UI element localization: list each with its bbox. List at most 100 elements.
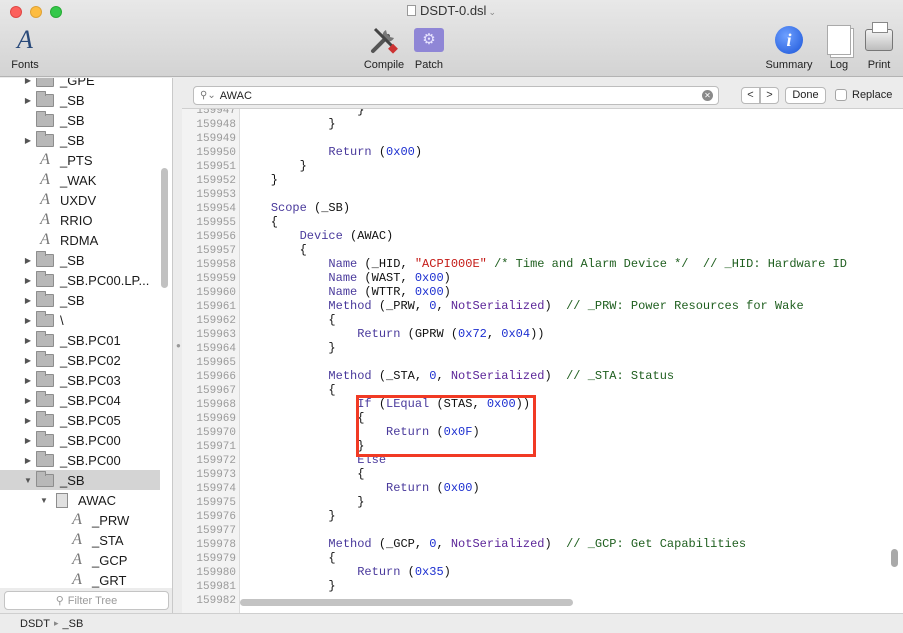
editor-horizontal-scrollbar[interactable] xyxy=(240,599,573,606)
disclosure-right-icon[interactable]: ▶ xyxy=(22,296,34,305)
compile-button[interactable]: Compile xyxy=(362,24,406,71)
tree-item[interactable]: ▶ _SB xyxy=(0,130,160,150)
disclosure-right-icon[interactable]: ▶ xyxy=(22,96,34,105)
sidebar-scrollbar[interactable] xyxy=(161,168,168,288)
disclosure-right-icon[interactable]: ▶ xyxy=(22,376,34,385)
line-number: 159979 xyxy=(196,553,236,565)
code-text: Return (0x00) xyxy=(242,481,480,495)
print-label: Print xyxy=(867,59,891,71)
outline-tree[interactable]: ▶ _GPE ▶ _SB _SB ▶ _SB A _PTS A _WAK A UXDV A RRIO A RDM… xyxy=(0,78,173,588)
code-text: Name (WTTR, 0x00) xyxy=(242,285,450,299)
tree-item[interactable]: ▶ \ xyxy=(0,310,160,330)
code-text: { xyxy=(242,313,335,327)
line-number: 159975 xyxy=(196,497,236,509)
find-previous-button[interactable]: < xyxy=(741,87,760,104)
disclosure-right-icon[interactable]: ▶ xyxy=(22,336,34,345)
code-token: Method xyxy=(328,299,372,313)
tree-item[interactable]: A _GRT xyxy=(0,570,160,588)
tools-icon xyxy=(367,24,401,56)
toolbar: DSDT-0.dsl ⌄ A Fonts Compile ⚙ Patch i Su… xyxy=(0,0,903,77)
tree-item[interactable]: ▶ _SB.PC04 xyxy=(0,390,160,410)
line-number: 159961 xyxy=(196,301,236,313)
disclosure-right-icon[interactable]: ▶ xyxy=(22,396,34,405)
line-number: 159950 xyxy=(196,147,236,159)
fonts-button[interactable]: A Fonts xyxy=(8,24,42,71)
tree-item[interactable]: ▶ _SB.PC03 xyxy=(0,370,160,390)
disclosure-right-icon[interactable]: ▶ xyxy=(22,78,34,85)
tree-item[interactable]: A _PRW xyxy=(0,510,160,530)
clear-search-icon[interactable]: ✕ xyxy=(702,90,713,101)
tree-item[interactable]: ▶ _SB.PC05 xyxy=(0,410,160,430)
tree-item[interactable]: ▶ _SB.PC00.LP... xyxy=(0,270,160,290)
find-input[interactable]: ⚲⌄ AWAC ✕ xyxy=(193,86,719,105)
editor-vertical-scrollbar[interactable] xyxy=(891,549,898,567)
tree-item-label: _GCP xyxy=(92,552,128,568)
patch-button[interactable]: ⚙ Patch xyxy=(411,24,447,71)
tree-item[interactable]: ▶ _SB.PC00 xyxy=(0,450,160,470)
tree-item[interactable]: ▶ _GPE xyxy=(0,78,160,90)
search-icon: ⚲ xyxy=(55,595,64,607)
tree-item-label: _PTS xyxy=(60,152,93,168)
disclosure-right-icon[interactable]: ▶ xyxy=(22,456,34,465)
folder-icon xyxy=(36,130,54,147)
code-text: { xyxy=(242,551,335,565)
fonts-icon: A xyxy=(17,25,33,54)
filter-bar: ⚲ Filter Tree xyxy=(0,588,173,613)
tree-item[interactable]: ▶ _SB xyxy=(0,290,160,310)
breadcrumb-child[interactable]: _SB xyxy=(62,618,83,630)
tree-item[interactable]: A RDMA xyxy=(0,230,160,250)
tree-item-label: _SB.PC02 xyxy=(60,352,121,368)
method-icon: A xyxy=(40,171,50,188)
tree-item[interactable]: ▶ _SB xyxy=(0,90,160,110)
tree-item-label: _GPE xyxy=(60,78,95,88)
disclosure-right-icon[interactable]: ▶ xyxy=(22,276,34,285)
filter-tree-input[interactable]: ⚲ Filter Tree xyxy=(4,591,169,610)
find-next-button[interactable]: > xyxy=(760,87,779,104)
disclosure-right-icon[interactable]: ▶ xyxy=(22,256,34,265)
disclosure-down-icon[interactable]: ▼ xyxy=(38,496,50,505)
code-editor[interactable]: 159947 } 159948 } 159949 159950 Return (0x0… xyxy=(182,108,903,613)
log-label: Log xyxy=(829,59,849,71)
tree-item-label: _SB.PC05 xyxy=(60,412,121,428)
code-token: Device xyxy=(299,229,343,243)
print-button[interactable]: Print xyxy=(862,22,896,71)
tree-item[interactable]: A UXDV xyxy=(0,190,160,210)
tree-item[interactable]: ▶ _SB.PC00 xyxy=(0,430,160,450)
code-line: 159973 { xyxy=(182,467,887,481)
code-token: 0x00 xyxy=(414,271,444,285)
breadcrumb-separator-icon: ▸ xyxy=(53,618,59,628)
disclosure-right-icon[interactable]: ▶ xyxy=(22,136,34,145)
disclosure-right-icon[interactable]: ▶ xyxy=(22,416,34,425)
tree-item[interactable]: ▶ _SB.PC01 xyxy=(0,330,160,350)
tree-item[interactable]: A _GCP xyxy=(0,550,160,570)
line-number: 159962 xyxy=(196,315,236,327)
line-number: 159951 xyxy=(196,161,236,173)
code-token: } xyxy=(242,159,307,173)
tree-item[interactable]: A _WAK xyxy=(0,170,160,190)
replace-checkbox[interactable] xyxy=(835,89,847,101)
disclosure-down-icon[interactable]: ▼ xyxy=(22,476,34,485)
folder-icon xyxy=(36,410,54,427)
breadcrumb-root[interactable]: DSDT xyxy=(20,618,50,630)
tree-item[interactable]: A _STA xyxy=(0,530,160,550)
code-line: 159954 Scope (_SB) xyxy=(182,201,887,215)
method-icon: A xyxy=(40,191,50,208)
tree-item[interactable]: ▶ _SB.PC02 xyxy=(0,350,160,370)
replace-toggle[interactable]: Replace xyxy=(835,89,892,101)
done-button[interactable]: Done xyxy=(785,87,826,104)
disclosure-right-icon[interactable]: ▶ xyxy=(22,316,34,325)
window-title[interactable]: DSDT-0.dsl ⌄ xyxy=(0,3,903,18)
code-token: , xyxy=(436,299,451,313)
tree-item[interactable]: A _PTS xyxy=(0,150,160,170)
tree-item[interactable]: _SB xyxy=(0,110,160,130)
disclosure-right-icon[interactable]: ▶ xyxy=(22,356,34,365)
tree-item[interactable]: A RRIO xyxy=(0,210,160,230)
disclosure-right-icon[interactable]: ▶ xyxy=(22,436,34,445)
line-number: 159978 xyxy=(196,539,236,551)
tree-item[interactable]: ▶ _SB xyxy=(0,250,160,270)
tree-item[interactable]: ▼ _SB xyxy=(0,470,160,490)
log-button[interactable]: Log xyxy=(822,24,856,71)
summary-button[interactable]: i Summary xyxy=(762,24,816,71)
tree-item[interactable]: ▼ AWAC xyxy=(0,490,160,510)
